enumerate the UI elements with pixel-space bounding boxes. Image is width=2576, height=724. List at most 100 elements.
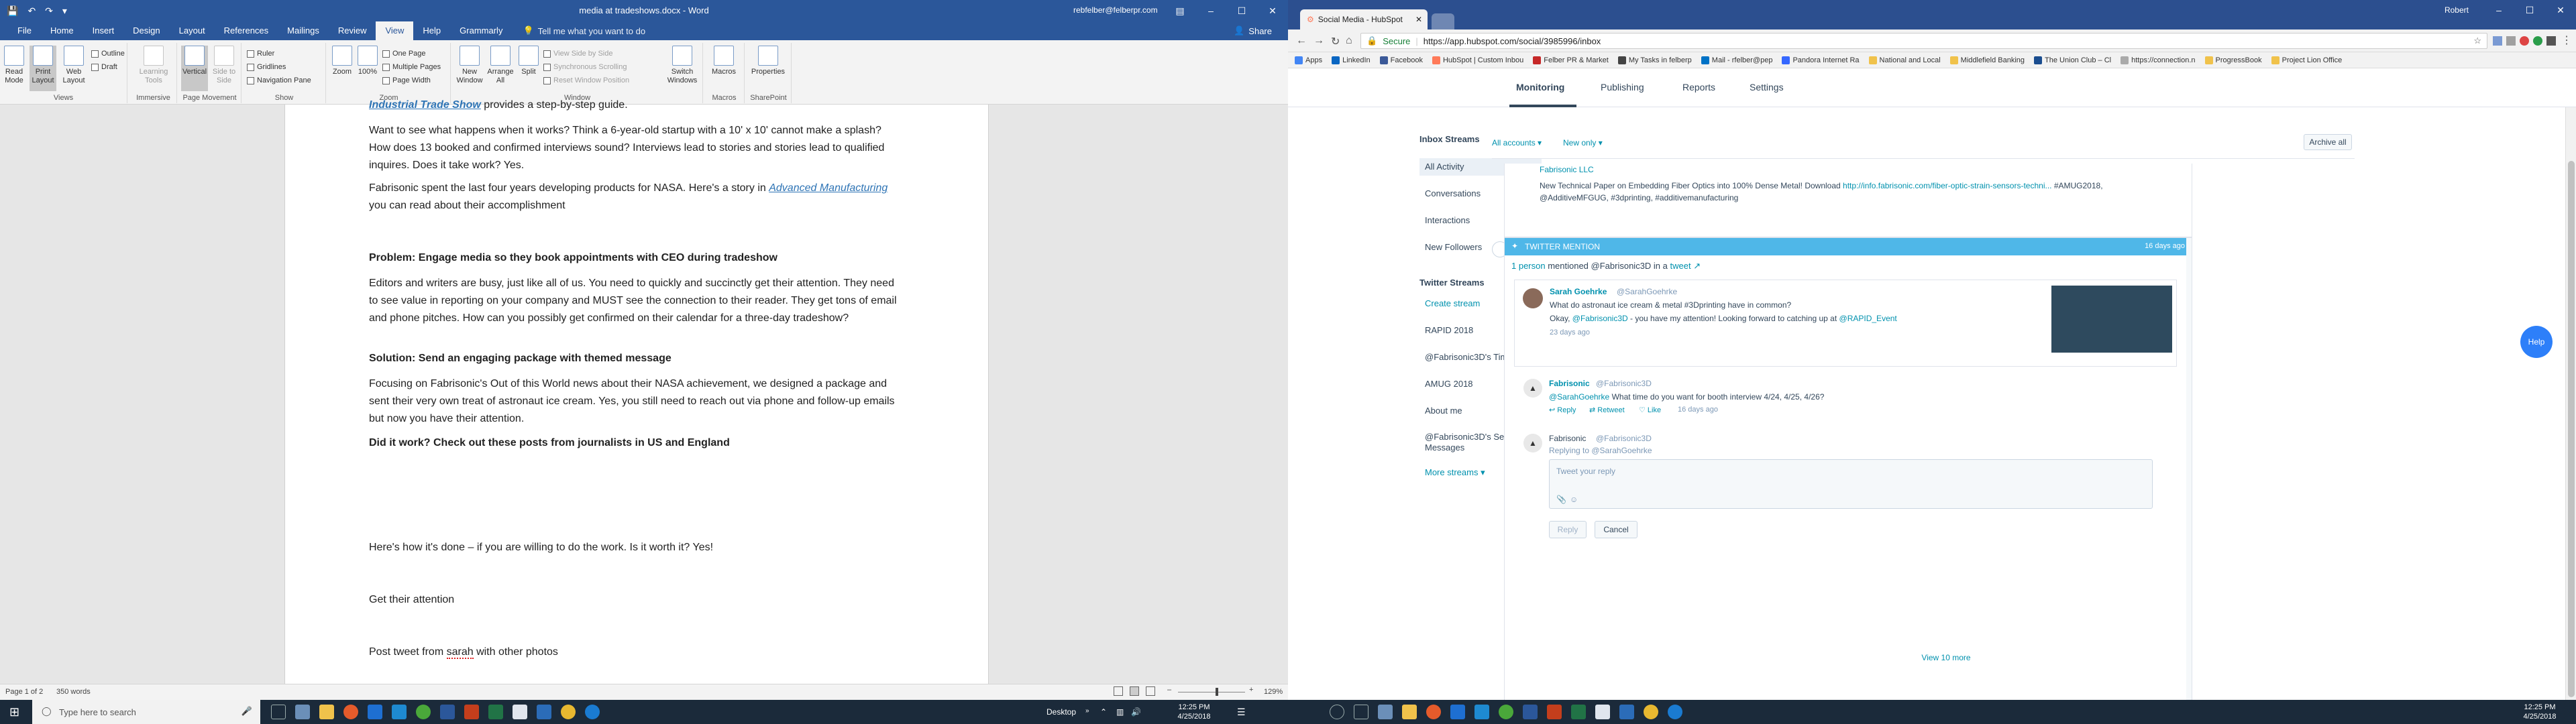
- read-mode-button[interactable]: Read Mode: [3, 46, 25, 85]
- read-mode-view-icon[interactable]: [1114, 686, 1123, 696]
- bookmark-connection[interactable]: https://connection.n: [2121, 56, 2196, 64]
- all-accounts-filter[interactable]: All accounts ▾: [1492, 138, 1542, 147]
- chrome-taskbar-icon[interactable]: [1644, 705, 1658, 719]
- nav-publishing[interactable]: Publishing: [1601, 82, 1644, 93]
- split-button[interactable]: Split: [517, 46, 541, 76]
- zoom-in-icon[interactable]: +: [1249, 686, 1253, 694]
- external-link-icon[interactable]: ↗: [1693, 261, 1701, 271]
- microphone-icon[interactable]: 🎤: [241, 706, 252, 717]
- share-button[interactable]: 👤 Share: [1234, 25, 1272, 36]
- help-button[interactable]: Help: [2520, 326, 2553, 358]
- file-explorer-icon[interactable]: [1402, 705, 1417, 719]
- prev-link[interactable]: http://info.fabrisonic.com/fiber-optic-s…: [1843, 181, 2051, 190]
- learning-tools-button[interactable]: Learning Tools: [137, 46, 170, 85]
- web-layout-button[interactable]: Web Layout: [60, 46, 87, 85]
- bookmark-linkedin[interactable]: LinkedIn: [1332, 56, 1371, 64]
- tray-up-arrow-icon[interactable]: ⌃: [1100, 707, 1107, 717]
- network-icon[interactable]: ▥: [1116, 707, 1124, 717]
- action-center-icon[interactable]: ☰: [1237, 707, 1246, 718]
- archive-all-button[interactable]: Archive all: [2304, 134, 2352, 150]
- bookmark-hubspot[interactable]: HubSpot | Custom Inbou: [1432, 56, 1523, 64]
- tweet-mention-rapid[interactable]: @RAPID_Event: [1839, 314, 1897, 323]
- store-icon[interactable]: [1474, 705, 1489, 719]
- gridlines-checkbox[interactable]: Gridlines: [247, 62, 286, 72]
- reply-action-retweet[interactable]: ⇄ Retweet: [1589, 406, 1625, 414]
- tweet-mention-fabrisonic[interactable]: @Fabrisonic3D: [1572, 314, 1628, 323]
- firefox-icon[interactable]: [343, 705, 358, 719]
- zoom-out-icon[interactable]: –: [1167, 686, 1171, 694]
- new-window-button[interactable]: New Window: [455, 46, 484, 85]
- print-layout-button[interactable]: Print Layout: [30, 46, 56, 91]
- previous-stream-item[interactable]: Fabrisonic LLC New Technical Paper on Em…: [1504, 164, 2192, 237]
- minimize-icon[interactable]: –: [2483, 0, 2514, 20]
- prev-author[interactable]: Fabrisonic LLC: [1540, 165, 1594, 174]
- tab-help[interactable]: Help: [413, 21, 450, 40]
- quickbooks-icon[interactable]: [416, 705, 431, 719]
- tab-close-icon[interactable]: ✕: [1415, 15, 1422, 24]
- excel-icon[interactable]: [488, 705, 503, 719]
- multiple-pages-button[interactable]: Multiple Pages: [382, 62, 441, 72]
- mention-tweet-link[interactable]: tweet: [1670, 261, 1691, 271]
- firefox-icon[interactable]: [1426, 705, 1441, 719]
- taskbar-clock[interactable]: 12:25 PM 4/25/2018: [1167, 703, 1221, 721]
- bookmark-mail[interactable]: Mail - rfelber@pep: [1701, 56, 1772, 64]
- close-icon[interactable]: ✕: [1257, 0, 1288, 21]
- back-icon[interactable]: ←: [1296, 35, 1307, 47]
- fabrisonic-reply[interactable]: ▲ Fabrisonic @Fabrisonic3D @SarahGoehrke…: [1514, 376, 2177, 424]
- store-icon[interactable]: [392, 705, 407, 719]
- advanced-manufacturing-link[interactable]: Advanced Manufacturing: [769, 182, 888, 194]
- zoom-100-button[interactable]: 100%: [356, 46, 380, 76]
- print-layout-view-icon[interactable]: [1130, 686, 1139, 696]
- page-width-button[interactable]: Page Width: [382, 75, 431, 86]
- quickbooks-icon[interactable]: [1499, 705, 1513, 719]
- app-taskbar-icon[interactable]: [1668, 705, 1682, 719]
- outlook-calendar-icon[interactable]: [537, 705, 551, 719]
- original-tweet[interactable]: Sarah Goehrke @SarahGoehrke What do astr…: [1514, 280, 2177, 367]
- arrange-all-button[interactable]: Arrange All: [486, 46, 515, 85]
- bookmark-progressbook[interactable]: ProgressBook: [2204, 56, 2262, 64]
- document-page[interactable]: Industrial Trade Show provides a step-by…: [284, 99, 989, 684]
- mention-person-link[interactable]: 1 person: [1511, 261, 1546, 271]
- settings-icon[interactable]: [1378, 705, 1393, 719]
- app-taskbar-icon[interactable]: [585, 705, 600, 719]
- reload-icon[interactable]: ↻: [1331, 35, 1340, 48]
- reply-button[interactable]: Reply: [1549, 521, 1587, 538]
- page-scrollbar[interactable]: [2565, 107, 2576, 701]
- sarah-avatar[interactable]: [1523, 288, 1543, 308]
- navigation-pane-checkbox[interactable]: Navigation Pane: [247, 75, 311, 86]
- side-to-side-button[interactable]: Side to Side: [211, 46, 237, 85]
- attach-icon[interactable]: 📎: [1556, 495, 1566, 504]
- page-count[interactable]: Page 1 of 2: [5, 688, 43, 696]
- fabrisonic-avatar[interactable]: ▲: [1523, 379, 1542, 398]
- emoji-icon[interactable]: ☺: [1570, 495, 1578, 504]
- nav-reports[interactable]: Reports: [1682, 82, 1715, 93]
- zoom-percent[interactable]: 129%: [1264, 688, 1283, 696]
- outlook-calendar-icon[interactable]: [1619, 705, 1634, 719]
- extension-icon-1[interactable]: [2493, 36, 2502, 46]
- maximize-icon[interactable]: ☐: [2514, 0, 2545, 20]
- ribbon-display-icon[interactable]: ▤: [1165, 0, 1195, 21]
- reply-action-like[interactable]: ♡ Like: [1639, 406, 1661, 414]
- web-layout-view-icon[interactable]: [1146, 686, 1155, 696]
- word-taskbar-icon[interactable]: [1523, 705, 1538, 719]
- excel-icon[interactable]: [1571, 705, 1586, 719]
- bookmark-facebook[interactable]: Facebook: [1379, 56, 1423, 64]
- view-more-link[interactable]: View 10 more: [1288, 653, 2565, 662]
- tell-me-box[interactable]: 💡 Tell me what you want to do: [523, 25, 645, 36]
- tab-insert[interactable]: Insert: [83, 21, 124, 40]
- view-side-by-side-button[interactable]: View Side by Side: [543, 48, 612, 59]
- reply-author-name[interactable]: Fabrisonic: [1549, 379, 1590, 388]
- reply-mention-sarah[interactable]: @SarahGoehrke: [1549, 392, 1609, 402]
- tab-file[interactable]: File: [8, 21, 41, 40]
- misspelled-word[interactable]: sarah: [446, 646, 474, 659]
- tab-layout[interactable]: Layout: [170, 21, 215, 40]
- bookmark-union-club[interactable]: The Union Club – Cl: [2034, 56, 2111, 64]
- bookmark-pandora[interactable]: Pandora Internet Ra: [1782, 56, 1860, 64]
- task-view-icon[interactable]: [271, 705, 286, 719]
- edge-icon[interactable]: [368, 705, 382, 719]
- tweet-photo[interactable]: [2051, 286, 2172, 353]
- vertical-button[interactable]: Vertical: [181, 46, 208, 91]
- properties-button[interactable]: Properties: [750, 46, 786, 76]
- draft-button[interactable]: Draft: [91, 62, 117, 72]
- outlook-icon[interactable]: [1595, 705, 1610, 719]
